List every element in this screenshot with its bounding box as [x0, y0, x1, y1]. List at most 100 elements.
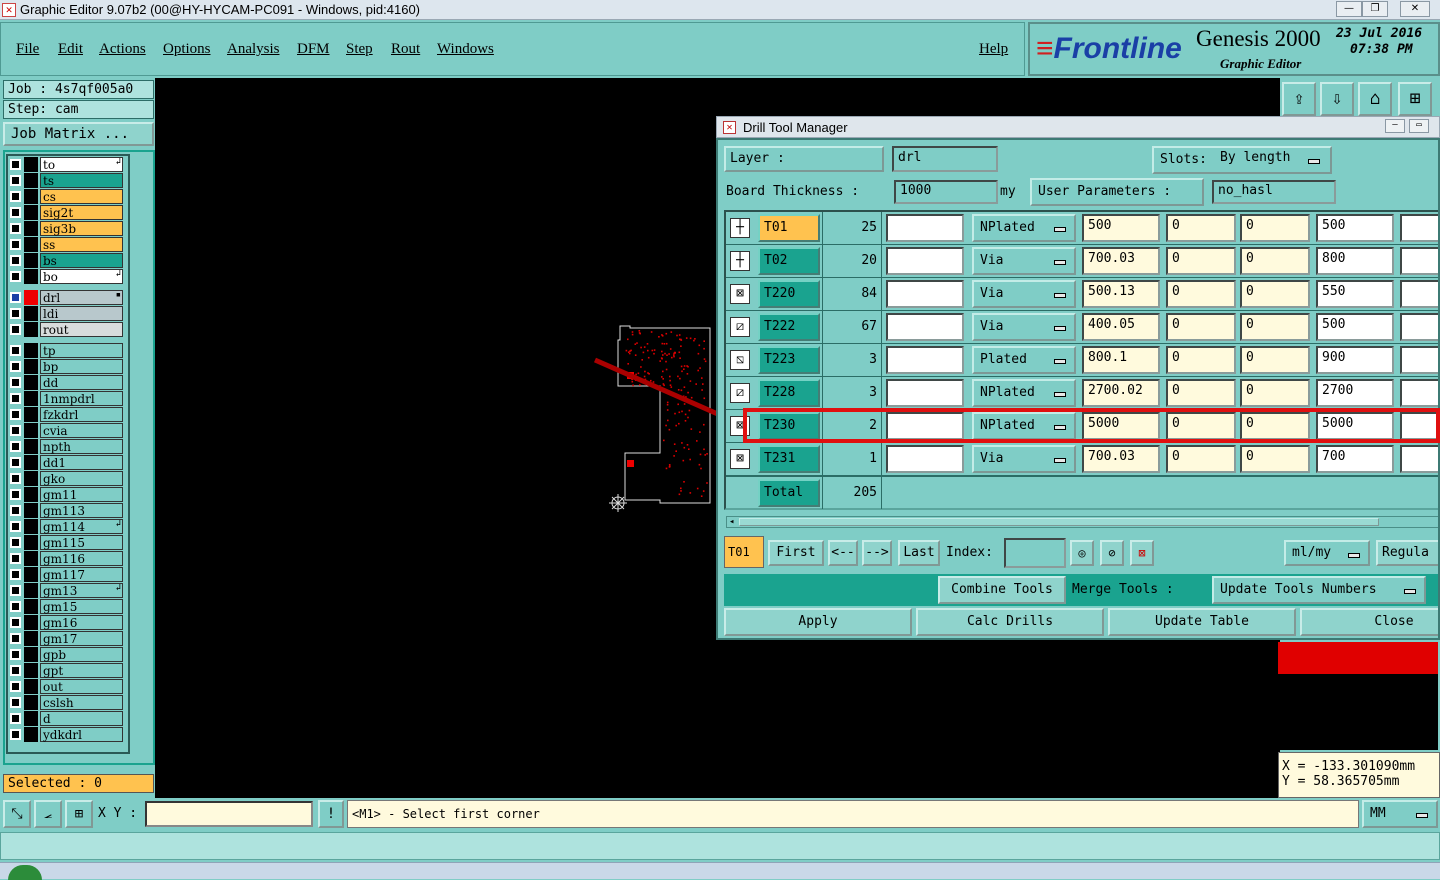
- user-params-field[interactable]: no_hasl: [1212, 180, 1336, 204]
- layer-row[interactable]: gm115: [8, 535, 123, 550]
- layer-field[interactable]: drl: [892, 146, 998, 172]
- tool-size-field[interactable]: 700.03: [1082, 247, 1160, 275]
- tool-max-tol-field[interactable]: 0: [1240, 346, 1310, 374]
- layer-checkbox[interactable]: [10, 713, 21, 724]
- tool-size-field[interactable]: 500: [1082, 214, 1160, 242]
- layer-checkbox[interactable]: [10, 223, 21, 234]
- tool-max-tol-field[interactable]: 0: [1240, 379, 1310, 407]
- layer-row[interactable]: gm13 ↲: [8, 583, 123, 598]
- layer-row[interactable]: rout: [8, 322, 123, 337]
- layer-row[interactable]: dd1: [8, 455, 123, 470]
- menu-windows[interactable]: Windows: [437, 41, 494, 58]
- tool-extra-field[interactable]: [1400, 214, 1438, 242]
- tool-name[interactable]: T01: [758, 214, 820, 242]
- layer-row[interactable]: bs: [8, 253, 123, 268]
- tool-min-tol-field[interactable]: 0: [1166, 247, 1236, 275]
- menu-step[interactable]: Step: [346, 41, 373, 58]
- tool-min-tol-field[interactable]: 0: [1166, 445, 1236, 473]
- tool-symbol-icon[interactable]: ⧅: [730, 350, 750, 370]
- tool-symbol-icon[interactable]: ┼: [730, 251, 750, 271]
- close-button[interactable]: Close: [1300, 608, 1438, 636]
- tool-comment-field[interactable]: [886, 379, 964, 407]
- last-button[interactable]: Last: [898, 540, 940, 566]
- update-numbers-dropdown[interactable]: Update Tools Numbers: [1212, 576, 1426, 604]
- layer-row[interactable]: gpb: [8, 647, 123, 662]
- tool-type-dropdown[interactable]: NPlated: [972, 214, 1076, 242]
- tool-max-tol-field[interactable]: 0: [1240, 280, 1310, 308]
- dtm-minimize-button[interactable]: —: [1385, 119, 1405, 133]
- layer-checkbox[interactable]: [10, 207, 21, 218]
- zoom-fit-icon[interactable]: ⤡: [3, 800, 31, 828]
- horizontal-scrollbar[interactable]: ◂: [726, 516, 1438, 528]
- regular-button[interactable]: Regula: [1376, 540, 1438, 566]
- tool-finish-field[interactable]: 550: [1316, 280, 1394, 308]
- layer-row[interactable]: drl ▪: [8, 290, 123, 305]
- layer-row[interactable]: cvia: [8, 423, 123, 438]
- tool-comment-field[interactable]: [886, 313, 964, 341]
- tool-row[interactable]: ⧄ T222 67 Via 400.05 0 0 500: [726, 311, 1438, 344]
- layer-checkbox[interactable]: [10, 324, 21, 335]
- menu-analysis[interactable]: Analysis: [227, 41, 280, 58]
- calc-drills-button[interactable]: Calc Drills: [916, 608, 1104, 636]
- layer-row[interactable]: fzkdrl: [8, 407, 123, 422]
- layer-row[interactable]: out: [8, 679, 123, 694]
- next-button[interactable]: -->: [862, 540, 892, 566]
- tool-finish-field[interactable]: 700: [1316, 445, 1394, 473]
- close-window-button[interactable]: ✕: [1400, 1, 1430, 17]
- layer-checkbox[interactable]: [10, 345, 21, 356]
- layer-checkbox[interactable]: [10, 191, 21, 202]
- tool-max-tol-field[interactable]: 0: [1240, 313, 1310, 341]
- layer-row[interactable]: bo ↲: [8, 269, 123, 284]
- layer-row[interactable]: sig3b: [8, 221, 123, 236]
- scroll-thumb[interactable]: [739, 518, 1379, 526]
- tool-row[interactable]: ⧅ T223 3 Plated 800.1 0 0 900: [726, 344, 1438, 377]
- layer-row[interactable]: cs: [8, 189, 123, 204]
- tool-finish-field[interactable]: 2700: [1316, 379, 1394, 407]
- tool-name[interactable]: T222: [758, 313, 820, 341]
- layer-checkbox[interactable]: [10, 377, 21, 388]
- layer-row[interactable]: ydkdrl: [8, 727, 123, 742]
- tool-symbol-icon[interactable]: ┼: [730, 218, 750, 238]
- tool-name[interactable]: T231: [758, 445, 820, 473]
- tool-finish-field[interactable]: 900: [1316, 346, 1394, 374]
- tool-symbol-icon[interactable]: ⊠: [730, 416, 750, 436]
- tool-size-field[interactable]: 5000: [1082, 412, 1160, 440]
- tool-extra-field[interactable]: [1400, 445, 1438, 473]
- menu-file[interactable]: File: [16, 41, 39, 58]
- tool-min-tol-field[interactable]: 0: [1166, 280, 1236, 308]
- start-icon[interactable]: [8, 865, 42, 880]
- tool-min-tol-field[interactable]: 0: [1166, 346, 1236, 374]
- prev-button[interactable]: <--: [828, 540, 858, 566]
- dtm-maximize-button[interactable]: ▭: [1409, 119, 1429, 133]
- tool-comment-field[interactable]: [886, 247, 964, 275]
- bulb-icon[interactable]: ◎: [1070, 540, 1094, 566]
- units-dropdown[interactable]: MM: [1362, 800, 1438, 828]
- layer-checkbox[interactable]: [10, 681, 21, 692]
- tool-type-dropdown[interactable]: Via: [972, 280, 1076, 308]
- tool-symbol-icon[interactable]: ⧄: [730, 383, 750, 403]
- clear-icon[interactable]: ⊠: [1130, 540, 1154, 566]
- slots-dropdown[interactable]: By length: [1214, 148, 1328, 172]
- tool-size-field[interactable]: 800.1: [1082, 346, 1160, 374]
- tool-row[interactable]: ┼ T02 20 Via 700.03 0 0 800: [726, 245, 1438, 278]
- tool-extra-field[interactable]: [1400, 280, 1438, 308]
- layer-checkbox[interactable]: [10, 473, 21, 484]
- tool-symbol-icon[interactable]: ⧄: [730, 317, 750, 337]
- tool-finish-field[interactable]: 500: [1316, 214, 1394, 242]
- tool-type-dropdown[interactable]: Plated: [972, 346, 1076, 374]
- tool-extra-field[interactable]: [1400, 346, 1438, 374]
- tool-finish-field[interactable]: 500: [1316, 313, 1394, 341]
- layer-row[interactable]: gm116: [8, 551, 123, 566]
- tool-min-tol-field[interactable]: 0: [1166, 214, 1236, 242]
- scroll-left-icon[interactable]: ◂: [729, 517, 734, 527]
- layer-row[interactable]: gm11: [8, 487, 123, 502]
- layer-checkbox[interactable]: [10, 505, 21, 516]
- tool-size-field[interactable]: 400.05: [1082, 313, 1160, 341]
- tool-name[interactable]: T228: [758, 379, 820, 407]
- layer-checkbox[interactable]: [10, 489, 21, 500]
- tool-extra-field[interactable]: [1400, 247, 1438, 275]
- layer-checkbox[interactable]: [10, 393, 21, 404]
- layer-row[interactable]: to ↲: [8, 157, 123, 172]
- alert-icon[interactable]: !: [318, 800, 344, 828]
- layer-checkbox[interactable]: [10, 239, 21, 250]
